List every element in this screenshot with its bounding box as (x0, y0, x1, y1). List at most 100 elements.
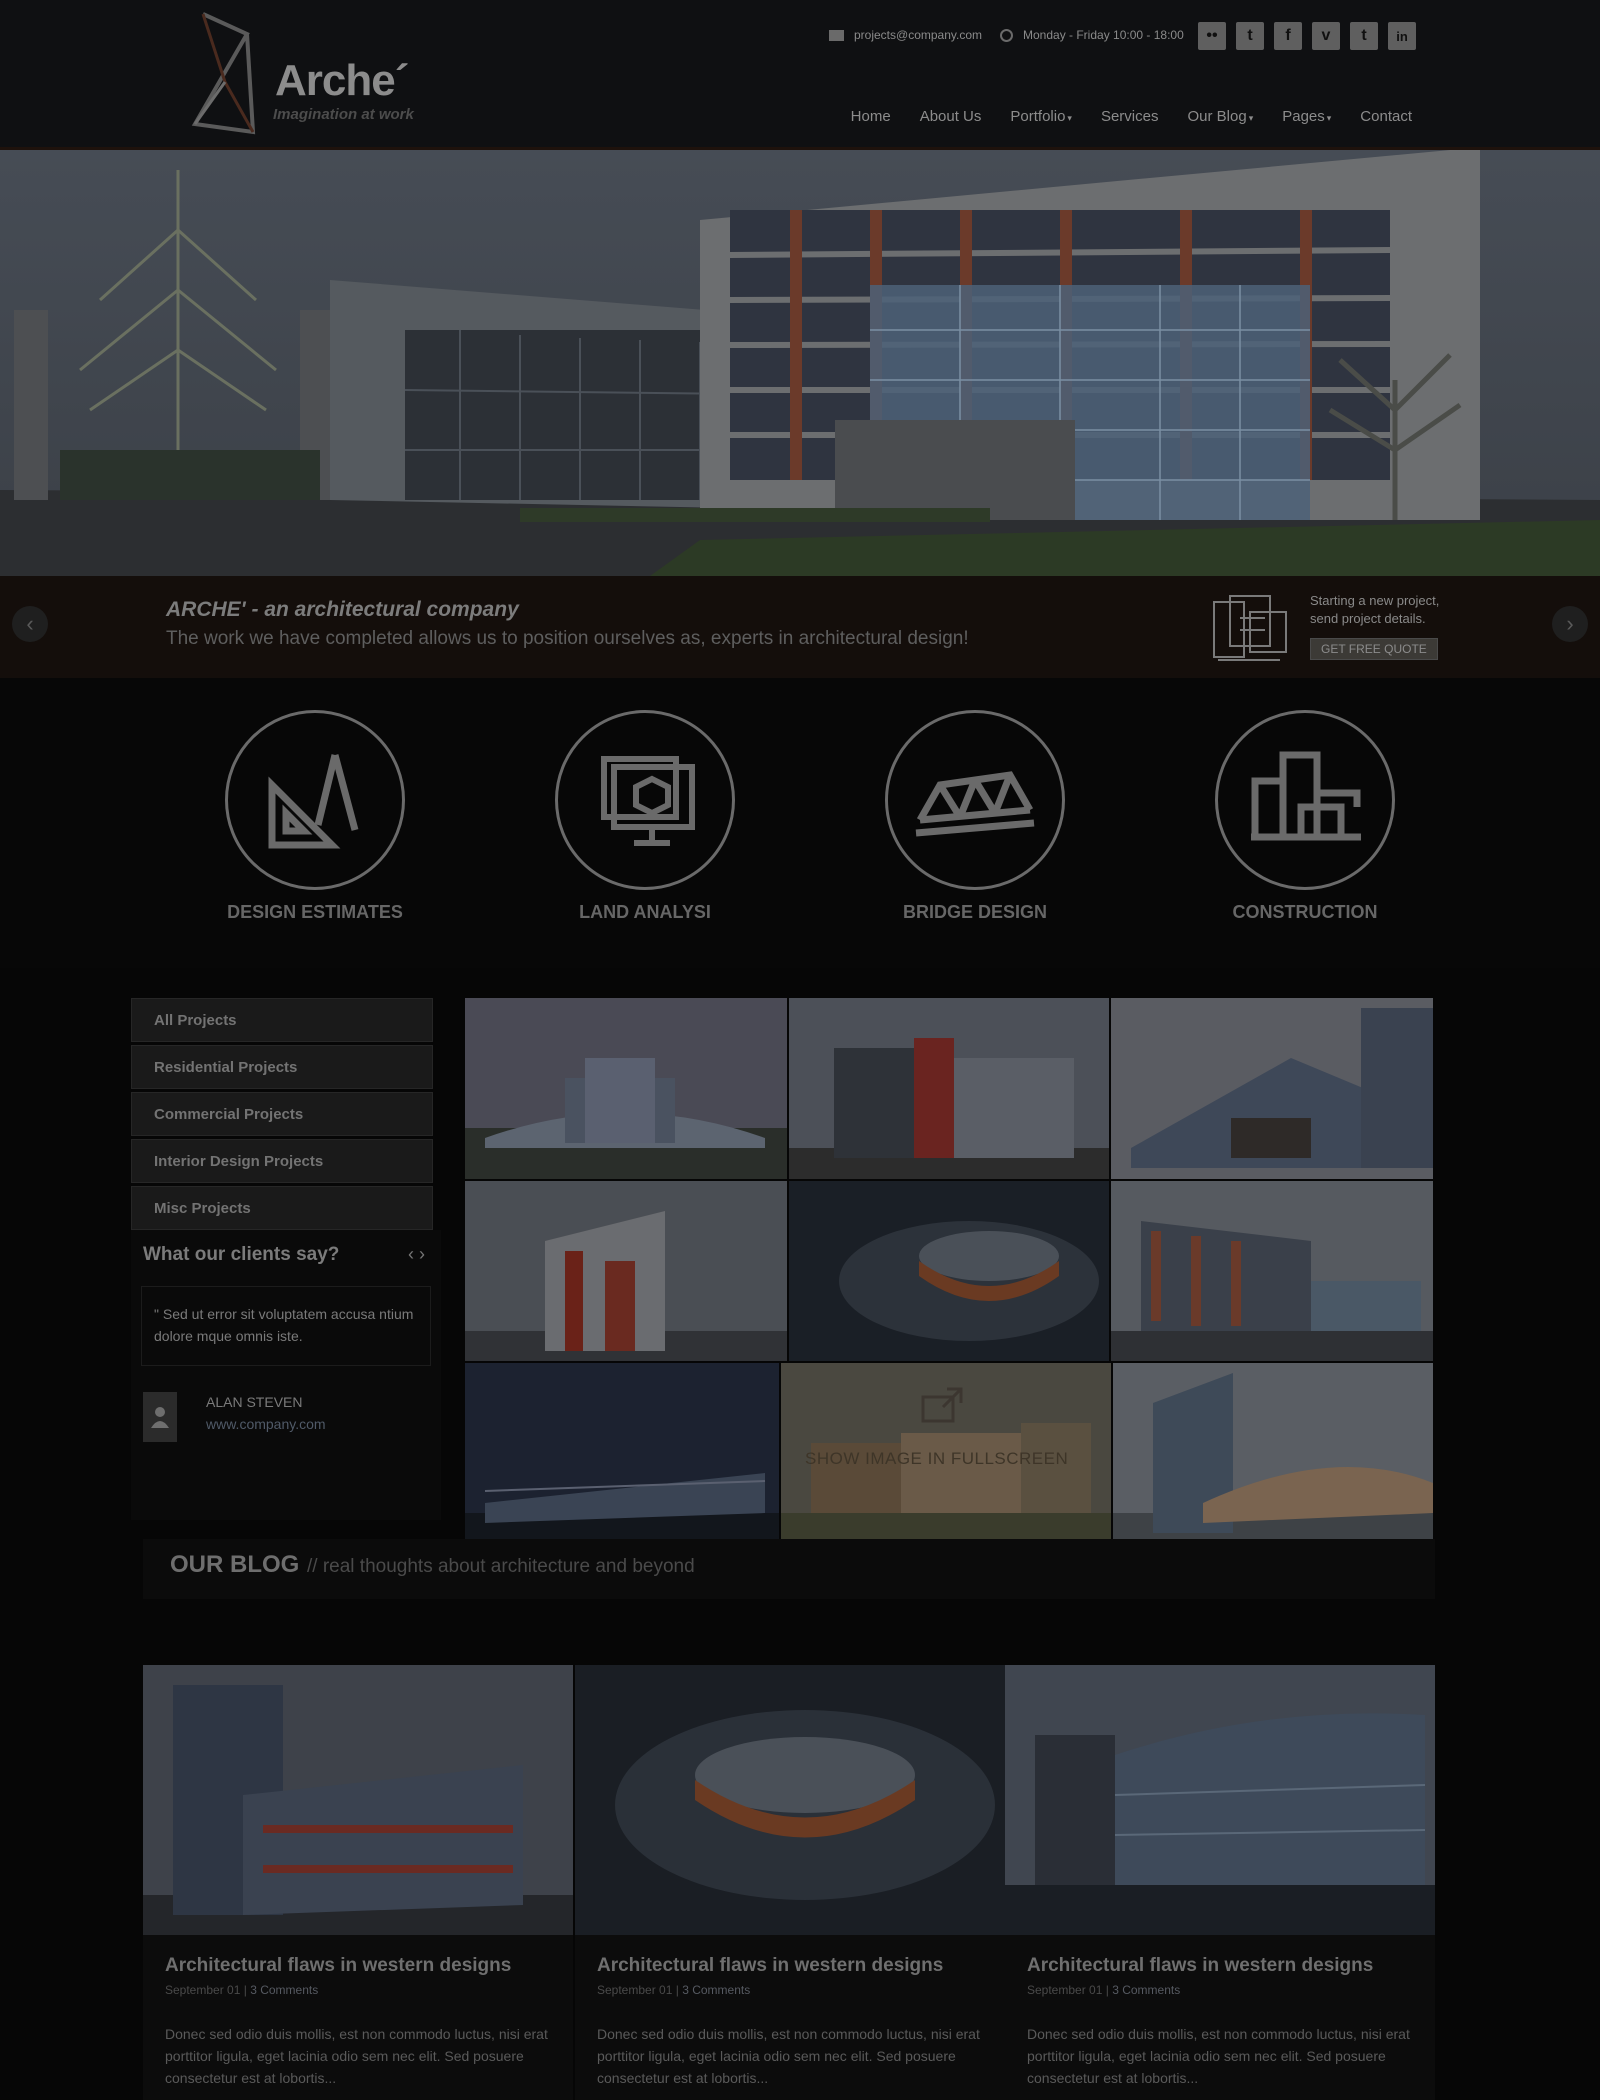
user-avatar-icon (143, 1392, 177, 1442)
clock-icon (1000, 28, 1013, 42)
twitter-icon[interactable]: t (1236, 22, 1264, 50)
blog-header-bar: OUR BLOG // real thoughts about architec… (143, 1539, 1435, 1599)
flickr-icon[interactable]: •• (1198, 22, 1226, 50)
nav-home[interactable]: Home (851, 108, 891, 125)
monitor-cube-icon (601, 756, 695, 846)
envelope-icon (829, 29, 844, 41)
blog-subheading: // real thoughts about architecture and … (307, 1556, 695, 1577)
testimonial-website-link[interactable]: www.company.com (206, 1416, 326, 1432)
category-interior-design-projects[interactable]: Interior Design Projects (131, 1139, 433, 1183)
service-label: CONSTRUCTION (1232, 902, 1378, 922)
gallery-fullscreen-overlay-text[interactable]: SHOW IMAGE IN FULLSCREEN (805, 1449, 1068, 1469)
service-circle (1215, 710, 1395, 890)
service-label: BRIDGE DESIGN (902, 902, 1048, 922)
blog-post-excerpt: Donec sed odio duis mollis, est non comm… (165, 2026, 548, 2086)
hero-building-illustration (0, 150, 1600, 576)
hero-slider-image (0, 150, 1600, 576)
blog-post-card[interactable]: Architectural flaws in western designs S… (143, 1665, 573, 2100)
blog-post-card[interactable]: Architectural flaws in western designs S… (1005, 1665, 1435, 2100)
contact-email[interactable]: projects@company.com (829, 28, 982, 42)
blog-post-meta: September 01 | 3 Comments (1027, 1983, 1181, 1997)
bridge-icon (915, 771, 1035, 837)
banner-title: ARCHE' - an architectural company (166, 598, 519, 621)
nav-services[interactable]: Services (1101, 108, 1159, 125)
main-nav: Home About Us Portfolio Services Our Blo… (851, 108, 1412, 125)
nav-pages[interactable]: Pages (1282, 108, 1331, 125)
blog-post-title[interactable]: Architectural flaws in western designs (165, 1955, 511, 1977)
gallery-item[interactable] (1113, 1363, 1433, 1543)
testimonial-nav-arrows[interactable]: ‹ › (408, 1244, 425, 1265)
logo-mark-icon (191, 12, 256, 135)
blog-post-image[interactable] (575, 1665, 1005, 1935)
testimonial-author: ALAN STEVEN (206, 1394, 303, 1410)
site-logo[interactable]: Arche´ Imagination at work (185, 12, 425, 137)
blog-post-image[interactable] (1005, 1665, 1435, 1935)
gallery-item[interactable] (465, 1181, 787, 1361)
fullscreen-icon[interactable] (921, 1387, 965, 1423)
project-categories: All Projects Residential Projects Commer… (131, 998, 433, 1233)
service-label: LAND ANALYSI (579, 902, 711, 922)
blog-post-date: September 01 (597, 1983, 673, 1997)
blog-post-card[interactable]: Architectural flaws in western designs S… (575, 1665, 1005, 2100)
gallery-item[interactable] (1111, 998, 1433, 1179)
gallery-item[interactable] (789, 1181, 1109, 1361)
quote-prompt: Starting a new project, send project det… (1310, 592, 1460, 628)
nav-contact[interactable]: Contact (1360, 108, 1412, 125)
nav-portfolio[interactable]: Portfolio (1010, 108, 1072, 125)
blog-post-comments-link[interactable]: 3 Comments (250, 1983, 318, 1997)
blueprint-icon (1213, 595, 1287, 661)
blog-post-date: September 01 (165, 1983, 241, 1997)
logo-tagline: Imagination at work (273, 106, 414, 123)
blog-post-date: September 01 (1027, 1983, 1103, 1997)
testimonial-widget: What our clients say? ‹ › " Sed ut error… (131, 1230, 441, 1520)
service-circle (225, 710, 405, 890)
service-design-estimates[interactable]: DESIGN ESTIMATES (185, 710, 445, 923)
nav-about-us[interactable]: About Us (920, 108, 982, 125)
tumblr-icon[interactable]: t (1350, 22, 1378, 50)
blog-post-image[interactable] (143, 1665, 573, 1935)
linkedin-icon[interactable]: in (1388, 22, 1416, 50)
email-text: projects@company.com (854, 28, 983, 42)
social-links: •• t f v t in (1198, 22, 1416, 50)
blog-post-title[interactable]: Architectural flaws in western designs (1027, 1955, 1373, 1977)
gallery-item[interactable] (789, 998, 1109, 1179)
quote-prompt-line-1: Starting a new project, (1310, 593, 1440, 608)
set-square-compass-icon (268, 754, 359, 849)
service-bridge-design[interactable]: BRIDGE DESIGN (845, 710, 1105, 923)
category-misc-projects[interactable]: Misc Projects (131, 1186, 433, 1230)
testimonial-quote: " Sed ut error sit voluptatem accusa nti… (141, 1286, 431, 1366)
blog-post-comments-link[interactable]: 3 Comments (1112, 1983, 1180, 1997)
facebook-icon[interactable]: f (1274, 22, 1302, 50)
gallery-item[interactable] (465, 998, 787, 1179)
service-land-analysi[interactable]: LAND ANALYSI (515, 710, 775, 923)
slider-prev-arrow[interactable]: ‹ (12, 606, 48, 642)
intro-banner: ‹ › ARCHE' - an architectural company Th… (0, 576, 1600, 678)
services-section: DESIGN ESTIMATES LAND ANALYSI BRIDGE DES… (0, 678, 1600, 968)
vimeo-icon[interactable]: v (1312, 22, 1340, 50)
logo-wordmark: Arche´ (275, 56, 409, 105)
service-circle (555, 710, 735, 890)
gallery-item[interactable] (1111, 1181, 1433, 1361)
quote-prompt-line-2: send project details. (1310, 611, 1426, 626)
category-commercial-projects[interactable]: Commercial Projects (131, 1092, 433, 1136)
testimonial-title: What our clients say? (143, 1244, 340, 1265)
blog-post-title[interactable]: Architectural flaws in western designs (597, 1955, 943, 1977)
blog-post-meta: September 01 | 3 Comments (597, 1983, 751, 1997)
blog-heading: OUR BLOG (170, 1551, 300, 1578)
get-free-quote-button[interactable]: GET FREE QUOTE (1310, 638, 1438, 660)
blog-post-excerpt: Donec sed odio duis mollis, est non comm… (1027, 2026, 1410, 2086)
gallery-item[interactable] (465, 1363, 779, 1543)
category-residential-projects[interactable]: Residential Projects (131, 1045, 433, 1089)
category-all-projects[interactable]: All Projects (131, 998, 433, 1042)
slider-next-arrow[interactable]: › (1552, 606, 1588, 642)
service-construction[interactable]: CONSTRUCTION (1175, 710, 1435, 923)
project-gallery: SHOW IMAGE IN FULLSCREEN (465, 998, 1433, 1543)
buildings-icon (1251, 751, 1361, 841)
office-hours: Monday - Friday 10:00 - 18:00 (1000, 28, 1184, 42)
site-header: Arche´ Imagination at work projects@comp… (0, 0, 1600, 150)
banner-subtitle: The work we have completed allows us to … (166, 628, 969, 649)
blog-post-meta: September 01 | 3 Comments (165, 1983, 319, 1997)
service-circle (885, 710, 1065, 890)
nav-our-blog[interactable]: Our Blog (1187, 108, 1253, 125)
blog-post-comments-link[interactable]: 3 Comments (682, 1983, 750, 1997)
